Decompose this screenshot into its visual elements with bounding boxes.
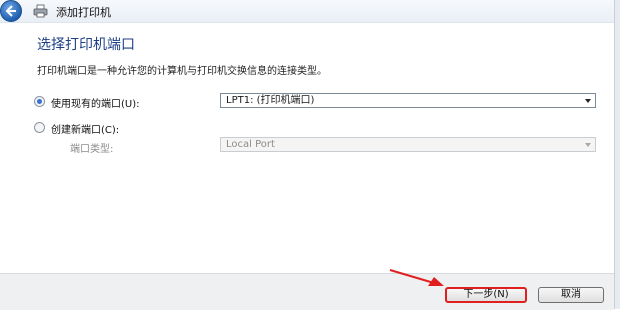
dropdown-arrow-icon bbox=[585, 143, 591, 147]
title-bar: 添加打印机 bbox=[0, 0, 614, 23]
back-button[interactable] bbox=[0, 0, 22, 22]
cancel-button[interactable]: 取消 bbox=[538, 287, 604, 303]
window-title: 添加打印机 bbox=[56, 6, 111, 19]
page-title: 选择打印机端口 bbox=[37, 37, 135, 53]
page-description: 打印机端口是一种允许您的计算机与打印机交换信息的连接类型。 bbox=[37, 66, 327, 77]
existing-port-value: LPT1: (打印机端口) bbox=[226, 95, 315, 106]
port-type-label: 端口类型: bbox=[70, 144, 114, 155]
port-type-value: Local Port bbox=[226, 139, 275, 150]
existing-port-select[interactable]: LPT1: (打印机端口) bbox=[220, 93, 596, 108]
annotation-arrow-icon bbox=[389, 269, 444, 286]
create-new-port-radio[interactable] bbox=[34, 122, 45, 133]
use-existing-port-radio[interactable] bbox=[34, 96, 45, 107]
dropdown-arrow-icon bbox=[585, 99, 591, 103]
port-type-select[interactable]: Local Port bbox=[220, 137, 596, 152]
printer-icon bbox=[33, 4, 48, 18]
create-new-port-label: 创建新端口(C): bbox=[51, 125, 120, 136]
back-arrow-icon bbox=[5, 5, 16, 17]
next-button[interactable]: 下一步(N) bbox=[445, 287, 527, 303]
use-existing-port-label: 使用现有的端口(U): bbox=[51, 99, 140, 110]
window-edge bbox=[614, 0, 620, 309]
